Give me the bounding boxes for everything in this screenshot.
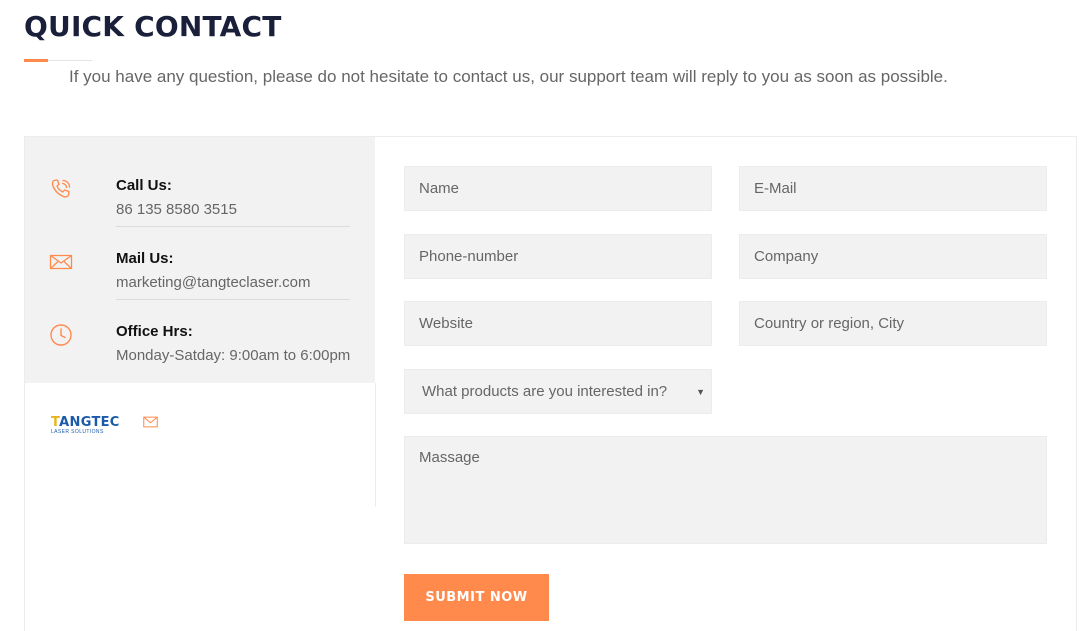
contact-info-panel: Call Us: 86 135 8580 3515 Mail Us: marke…: [25, 137, 375, 383]
website-input[interactable]: Website: [404, 301, 712, 346]
submit-button[interactable]: SUBMIT NOW: [404, 574, 549, 621]
phone-input[interactable]: Phone-number: [404, 234, 712, 279]
phone-icon: [51, 179, 71, 198]
title-accent-bar: [24, 59, 48, 62]
message-textarea[interactable]: Massage: [404, 436, 1047, 544]
mail-icon[interactable]: [143, 416, 158, 428]
product-select[interactable]: What products are you interested in? ▼: [404, 369, 712, 414]
mail-label: Mail Us:: [116, 250, 174, 267]
info-divider: [116, 226, 350, 227]
email-input[interactable]: E-Mail: [739, 166, 1047, 211]
mail-icon: [49, 254, 73, 270]
page-subtitle: If you have any question, please do not …: [69, 67, 948, 86]
chevron-down-icon: ▼: [696, 387, 705, 397]
column-divider: [375, 383, 376, 507]
page-title: QUICK CONTACT: [24, 10, 282, 43]
hours-label: Office Hrs:: [116, 323, 193, 340]
company-input[interactable]: Company: [739, 234, 1047, 279]
logo-brand: TANGTEC: [51, 415, 120, 430]
call-value: 86 135 8580 3515: [116, 201, 237, 218]
mail-value[interactable]: marketing@tangteclaser.com: [116, 274, 310, 291]
info-divider: [116, 299, 350, 300]
product-select-value: What products are you interested in?: [422, 383, 668, 400]
country-input[interactable]: Country or region, City: [739, 301, 1047, 346]
clock-icon: [50, 324, 72, 346]
call-label: Call Us:: [116, 177, 172, 194]
hours-value: Monday-Satday: 9:00am to 6:00pm: [116, 347, 351, 364]
name-input[interactable]: Name: [404, 166, 712, 211]
tangtec-logo: TANGTEC LASER SOLUTIONS: [51, 415, 120, 435]
